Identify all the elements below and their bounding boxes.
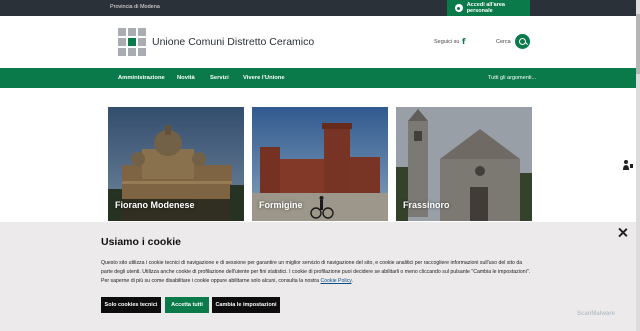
region-label: Provincia di Modena (110, 4, 160, 10)
card-title: Formigine (259, 200, 303, 210)
change-settings-button[interactable]: Cambia le impostazioni (212, 297, 280, 313)
cookie-text: Questo sito utilizza i cookie tecnici di… (101, 260, 531, 284)
accept-all-button[interactable]: Accetta tutti (165, 297, 209, 313)
top-bar: Provincia di Modena Accedi all'area pers… (0, 0, 640, 16)
nav-item-novita[interactable]: Novità (177, 75, 195, 81)
site-name[interactable]: Unione Comuni Distretto Ceramico (152, 36, 314, 48)
nav-item-vivere[interactable]: Vivere l'Unione (243, 75, 285, 81)
personal-area-login-button[interactable]: Accedi all'area personale (447, 0, 530, 16)
user-icon (455, 4, 463, 12)
cookie-banner: Usiamo i cookie Questo sito utilizza i c… (0, 222, 640, 331)
site-header: Unione Comuni Distretto Ceramico Seguici… (0, 16, 640, 68)
watermark: ScanMalware (577, 311, 616, 317)
close-icon[interactable] (617, 227, 629, 239)
all-topics-link[interactable]: Tutti gli argomenti... (488, 75, 536, 81)
site-logo[interactable] (118, 28, 146, 56)
search-icon[interactable] (515, 34, 530, 49)
scrollbar[interactable] (636, 0, 640, 331)
login-label: Accedi all'area personale (466, 2, 505, 14)
municipality-card-fiorano[interactable]: Fiorano Modenese (108, 107, 244, 221)
card-title: Frassinoro (403, 200, 450, 210)
facebook-icon[interactable]: f (462, 37, 465, 46)
search-label: Cerca (496, 39, 511, 45)
accessibility-icon[interactable] (622, 158, 634, 170)
card-title: Fiorano Modenese (115, 200, 195, 210)
cookie-policy-link[interactable]: Cookie Policy (320, 278, 351, 284)
main-navigation: Amministrazione Novità Servizi Vivere l'… (0, 68, 640, 88)
municipality-card-formigine[interactable]: Formigine (252, 107, 388, 221)
nav-item-amministrazione[interactable]: Amministrazione (118, 75, 165, 81)
follow-label: Seguici su (434, 39, 460, 45)
municipality-card-frassinoro[interactable]: Frassinoro (396, 107, 532, 221)
cookie-title: Usiamo i cookie (101, 236, 181, 248)
technical-cookies-button[interactable]: Solo cookies tecnici (101, 297, 161, 313)
nav-item-servizi[interactable]: Servizi (210, 75, 229, 81)
